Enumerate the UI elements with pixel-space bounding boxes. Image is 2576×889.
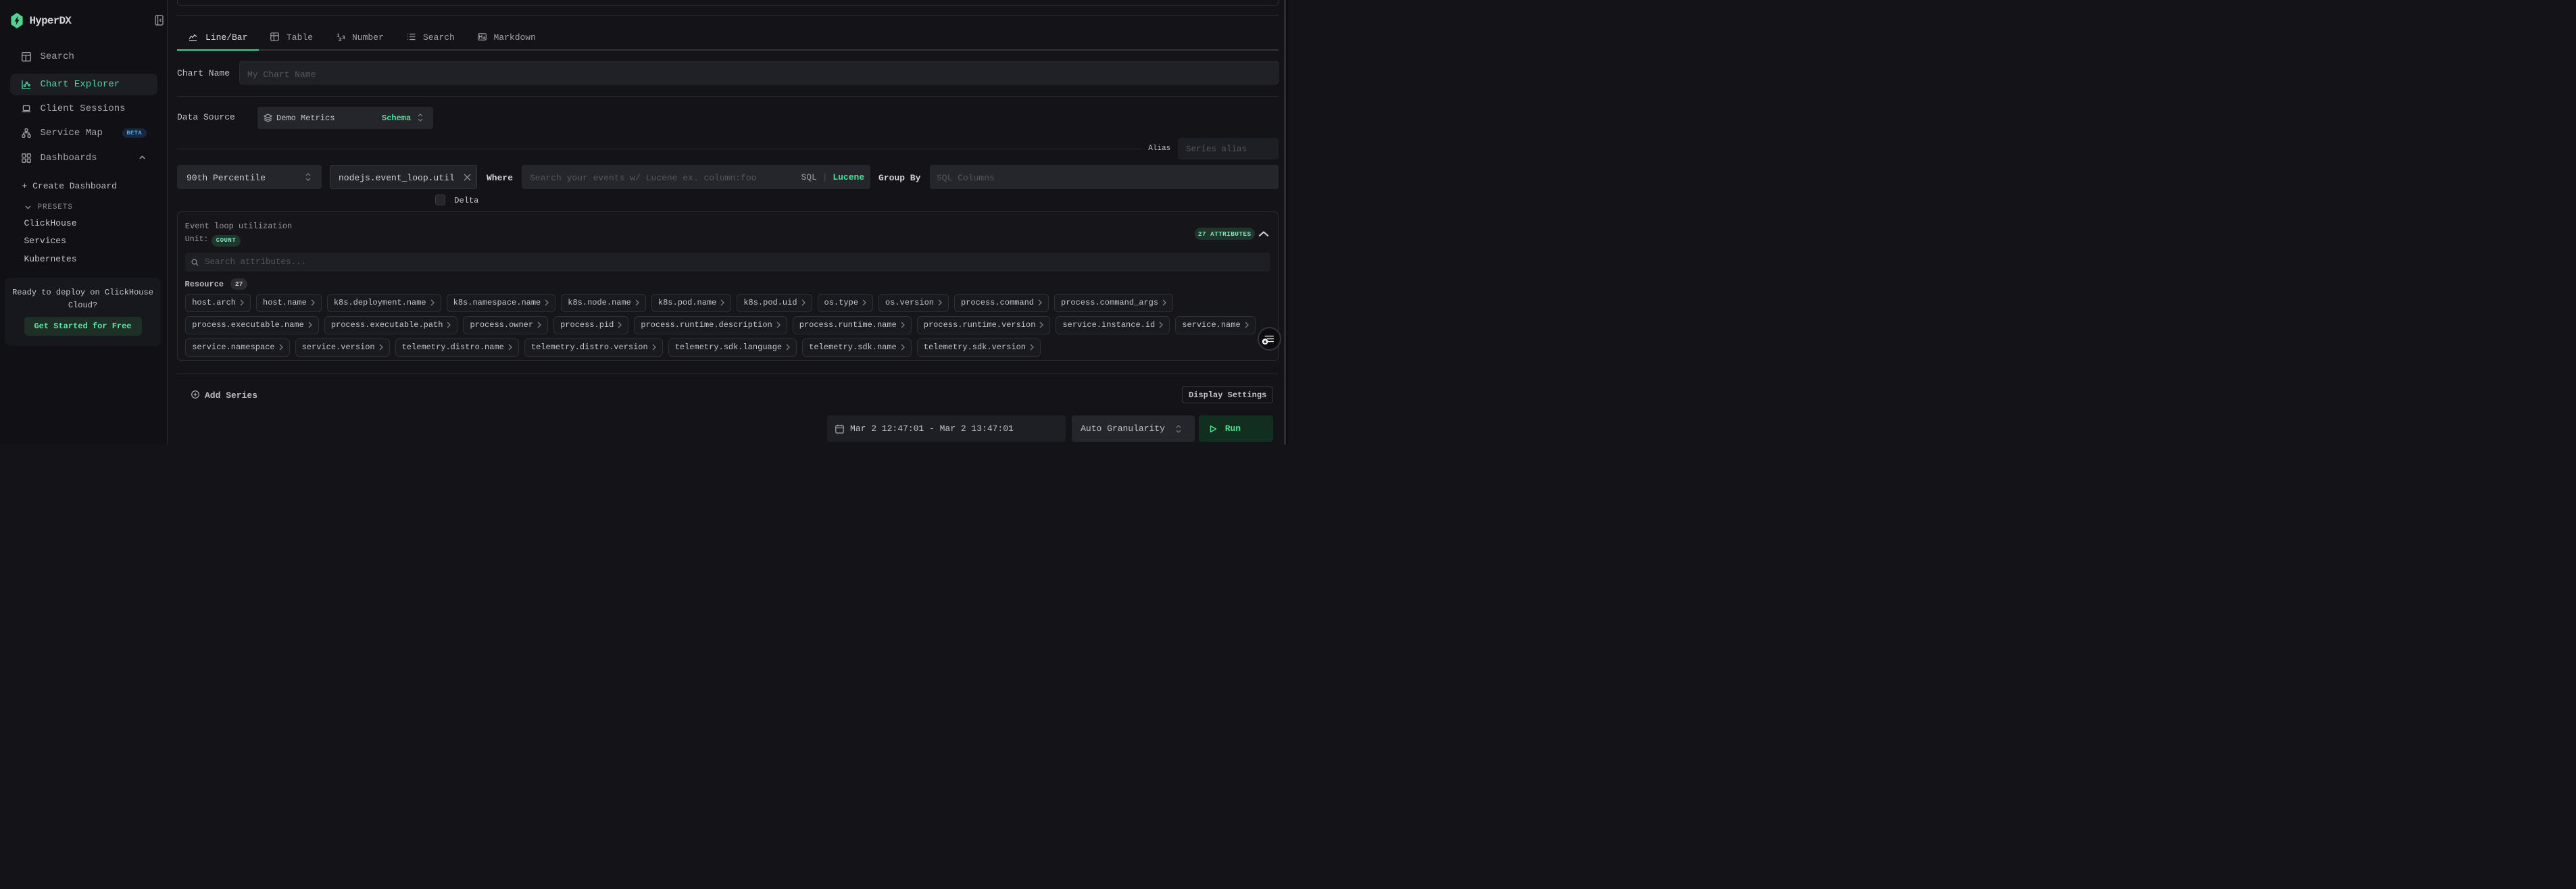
svg-text:3: 3	[342, 35, 345, 41]
